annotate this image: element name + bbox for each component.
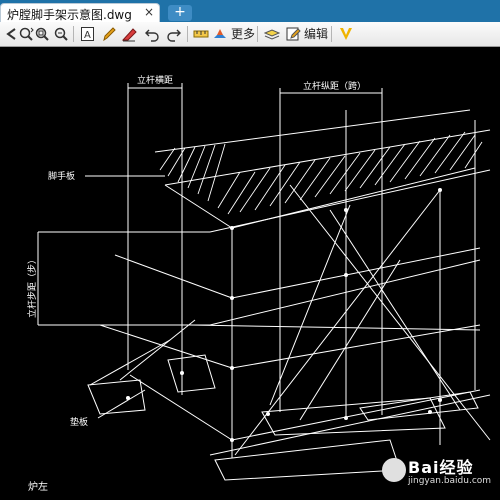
layer-icon[interactable]	[212, 25, 228, 43]
drawing-canvas[interactable]: 立杆横距 立杆纵距（跨） 脚手板 立杆步距（步） 垫板 炉左	[0, 47, 500, 500]
tab-document[interactable]: 炉膛脚手架示意图.dwg ×	[0, 3, 160, 22]
edit-icon[interactable]	[285, 25, 301, 43]
toolbar: A 更多 编辑	[0, 22, 500, 47]
label-pole-step: 立杆步距（步）	[26, 255, 38, 318]
watermark-text: Bai经验	[408, 458, 474, 477]
label-base-plate: 垫板	[70, 416, 88, 428]
paw-logo-icon	[382, 458, 406, 482]
toolbar-separator	[257, 26, 258, 42]
joint-dots	[126, 188, 442, 442]
watermark: Bai经验 jingyan.baidu.com	[382, 454, 492, 494]
redo-icon[interactable]	[166, 25, 182, 43]
measure-icon[interactable]	[193, 25, 209, 43]
edit-button[interactable]: 编辑	[304, 25, 328, 43]
label-left-side: 炉左	[28, 480, 48, 493]
svg-text:A: A	[84, 30, 91, 41]
close-icon[interactable]: ×	[144, 5, 154, 19]
zoom-extents-icon[interactable]	[53, 25, 69, 43]
layers-stack-icon[interactable]	[264, 25, 280, 43]
scaffold-board-hatch	[159, 131, 483, 215]
toolbar-separator	[73, 26, 74, 42]
eraser-icon[interactable]	[121, 25, 137, 43]
scaffold-lines	[37, 83, 491, 481]
watermark-url: jingyan.baidu.com	[408, 476, 492, 486]
label-scaffold-board: 脚手板	[48, 170, 75, 182]
vip-icon[interactable]	[338, 25, 354, 43]
tab-bar: 炉膛脚手架示意图.dwg × +	[0, 0, 500, 22]
toolbar-separator	[187, 26, 188, 42]
pencil-icon[interactable]	[101, 25, 117, 43]
text-tool-icon[interactable]: A	[80, 25, 96, 43]
label-pole-longitudinal: 立杆纵距（跨）	[303, 80, 366, 92]
label-pole-transverse: 立杆横距	[137, 74, 173, 86]
new-tab-button[interactable]: +	[168, 5, 192, 21]
more-button[interactable]: 更多	[231, 25, 255, 43]
tab-title: 炉膛脚手架示意图.dwg	[7, 8, 132, 22]
undo-icon[interactable]	[144, 25, 160, 43]
zoom-pan-icon[interactable]	[18, 25, 34, 43]
zoom-window-icon[interactable]	[34, 25, 50, 43]
toolbar-separator	[331, 26, 332, 42]
back-arrow-icon[interactable]	[3, 25, 19, 43]
